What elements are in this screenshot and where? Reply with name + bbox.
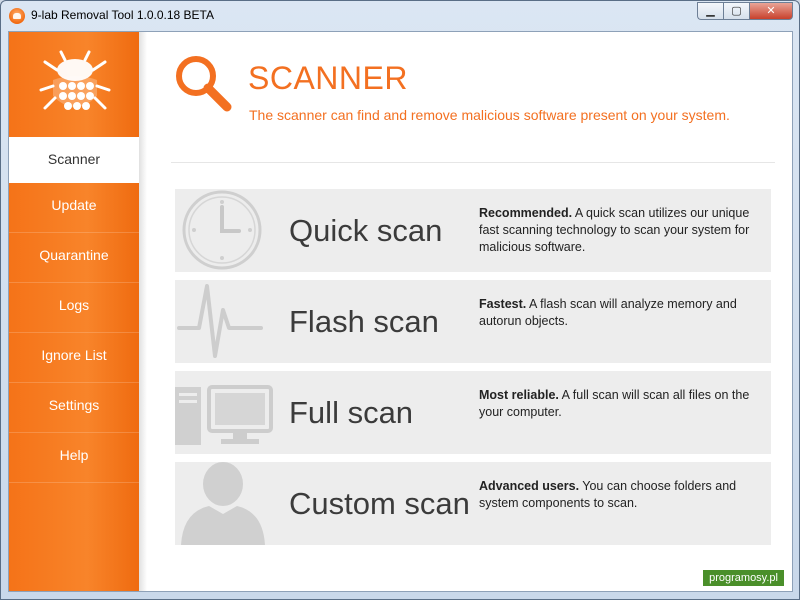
custom-scan-description: Advanced users. You can choose folders a… <box>479 478 771 512</box>
page-title: SCANNER <box>248 60 408 96</box>
computer-icon <box>175 385 273 445</box>
full-scan-lead: Most reliable. <box>479 388 559 402</box>
close-button[interactable]: ✕ <box>749 2 793 20</box>
app-logo-icon <box>9 8 25 24</box>
flash-scan-lead: Fastest. <box>479 297 527 311</box>
full-scan-description: Most reliable. A full scan will scan all… <box>479 387 771 421</box>
flash-scan-description: Fastest. A flash scan will analyze memor… <box>479 296 771 330</box>
sidebar-item-logs[interactable]: Logs <box>9 283 139 333</box>
sidebar-item-ignore-list[interactable]: Ignore List <box>9 333 139 383</box>
header-divider <box>171 162 775 163</box>
quick-scan-button[interactable]: Quick scan Recommended. A quick scan uti… <box>175 189 771 272</box>
window-controls: ▁ ▢ ✕ <box>697 2 793 20</box>
quick-scan-label: Quick scan <box>289 213 443 248</box>
title-bar[interactable]: 9-lab Removal Tool 1.0.0.18 BETA ▁ ▢ ✕ <box>1 1 799 31</box>
magnifier-icon <box>176 56 232 112</box>
bug-logo-icon <box>39 50 111 110</box>
custom-scan-button[interactable]: Custom scan Advanced users. You can choo… <box>175 462 771 545</box>
clock-icon <box>182 190 262 270</box>
quick-scan-description: Recommended. A quick scan utilizes our u… <box>479 205 771 256</box>
flash-scan-label: Flash scan <box>289 304 439 339</box>
sidebar-item-settings[interactable]: Settings <box>9 383 139 433</box>
sidebar: Scanner Update Quarantine Logs Ignore Li… <box>9 32 147 591</box>
sidebar-item-update[interactable]: Update <box>9 183 139 233</box>
sidebar-item-quarantine[interactable]: Quarantine <box>9 233 139 283</box>
client-area: Scanner Update Quarantine Logs Ignore Li… <box>8 31 793 592</box>
page-subtitle: The scanner can find and remove maliciou… <box>249 107 730 123</box>
custom-scan-lead: Advanced users. <box>479 479 580 493</box>
maximize-button[interactable]: ▢ <box>723 2 749 20</box>
watermark: programosy.pl <box>703 570 784 586</box>
quick-scan-lead: Recommended. <box>479 206 573 220</box>
flash-scan-button[interactable]: Flash scan Fastest. A flash scan will an… <box>175 280 771 363</box>
heartbeat-icon <box>177 284 263 358</box>
full-scan-button[interactable]: Full scan Most reliable. A full scan wil… <box>175 371 771 454</box>
window-title: 9-lab Removal Tool 1.0.0.18 BETA <box>31 8 214 22</box>
minimize-button[interactable]: ▁ <box>697 2 723 20</box>
custom-scan-label: Custom scan <box>289 486 470 521</box>
sidebar-nav: Scanner Update Quarantine Logs Ignore Li… <box>9 137 139 483</box>
sidebar-item-help[interactable]: Help <box>9 433 139 483</box>
user-icon <box>181 462 265 545</box>
full-scan-label: Full scan <box>289 395 414 430</box>
sidebar-item-scanner[interactable]: Scanner <box>9 137 139 183</box>
app-window: 9-lab Removal Tool 1.0.0.18 BETA ▁ ▢ ✕ S… <box>0 0 800 600</box>
